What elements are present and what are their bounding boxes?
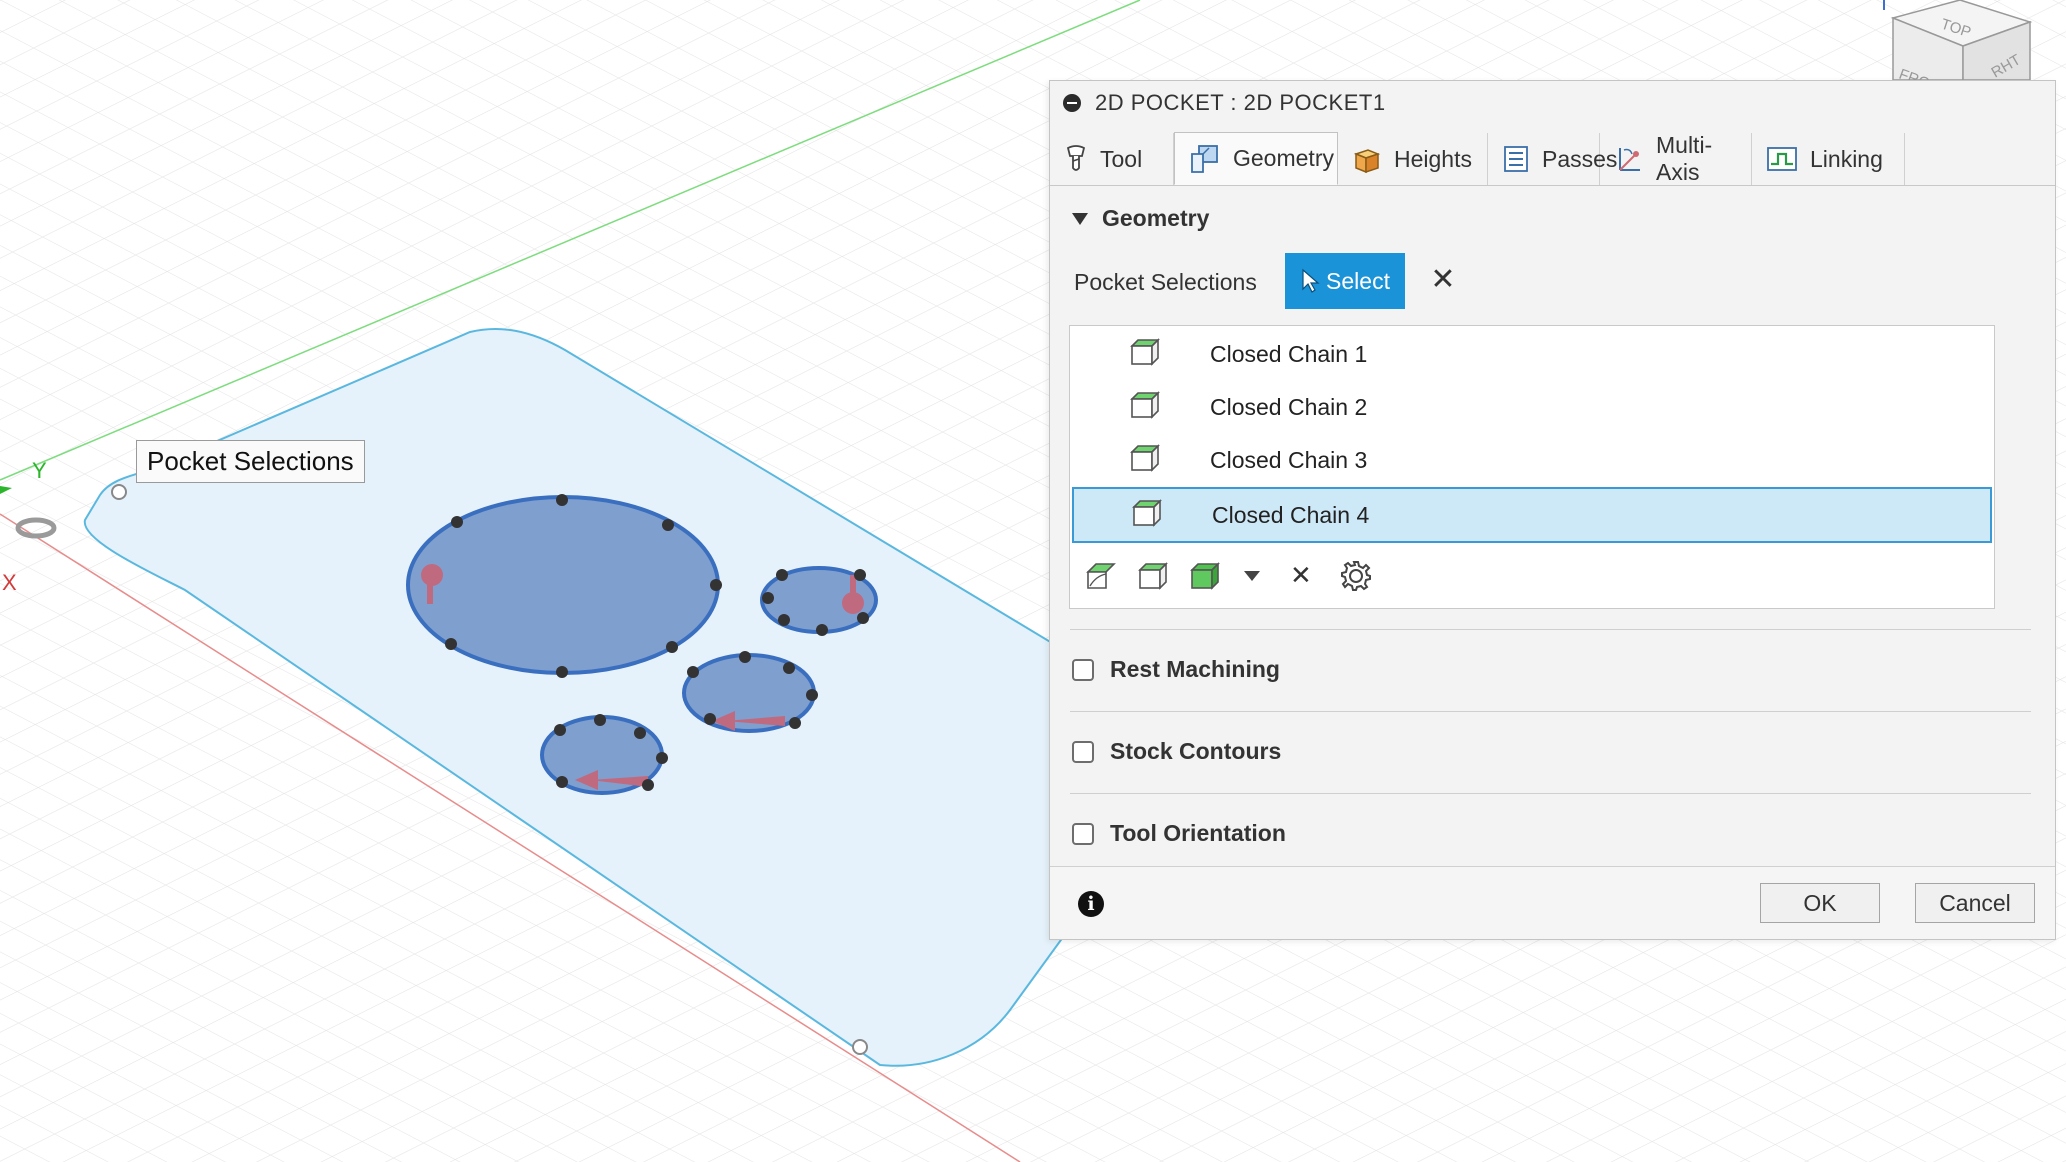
geometry-section-title: Geometry: [1102, 205, 1210, 231]
dialog-title-bar[interactable]: 2D POCKET : 2D POCKET1: [1050, 81, 2055, 125]
x-axis-label: X: [2, 570, 17, 595]
face-vertex-handle[interactable]: [852, 1039, 868, 1055]
tab-tool[interactable]: Tool: [1050, 133, 1174, 185]
tool-orientation-row[interactable]: Tool Orientation: [1072, 820, 1286, 847]
section-divider: [1070, 629, 2031, 630]
geometry-section-header[interactable]: Geometry: [1072, 205, 1209, 232]
collapse-dialog-icon[interactable]: [1063, 94, 1081, 112]
geometry-icon: [1191, 144, 1218, 173]
tab-passes[interactable]: Passes: [1488, 133, 1617, 185]
selection-list: Closed Chain 1 Closed Chain 2 Closed Cha…: [1069, 325, 1995, 609]
tab-multi-axis[interactable]: Multi-Axis: [1600, 132, 1752, 185]
rest-machining-label: Rest Machining: [1110, 656, 1280, 682]
stock-contours-row[interactable]: Stock Contours: [1072, 738, 1281, 765]
cursor-arrow-icon: [1302, 268, 1320, 293]
section-divider: [1070, 793, 2031, 794]
dialog-footer: i OK Cancel: [1050, 866, 2055, 939]
tab-geometry-label: Geometry: [1233, 145, 1334, 171]
rest-machining-checkbox[interactable]: [1072, 658, 1094, 681]
section-divider: [1070, 711, 2031, 712]
chevron-down-icon[interactable]: [1242, 568, 1262, 584]
select-button[interactable]: Select: [1285, 253, 1405, 309]
list-item[interactable]: Closed Chain 3: [1072, 434, 1992, 486]
tool-icon: [1066, 145, 1086, 171]
linking-icon: [1767, 147, 1797, 171]
select-button-label: Select: [1326, 267, 1390, 294]
rest-machining-row[interactable]: Rest Machining: [1072, 656, 1280, 683]
closed-chain-icon: [1132, 499, 1162, 527]
list-item[interactable]: Closed Chain 2: [1072, 381, 1992, 433]
ok-button[interactable]: OK: [1760, 883, 1880, 923]
closed-chain-icon: [1130, 338, 1160, 366]
closed-chain-icon: [1130, 391, 1160, 419]
tab-bar: Tool Geometry Heights Passes Multi-Axis …: [1050, 132, 2055, 186]
tab-linking-label: Linking: [1810, 145, 1883, 172]
tab-heights[interactable]: Heights: [1338, 133, 1488, 185]
passes-icon: [1504, 146, 1528, 172]
multi-axis-icon: [1619, 148, 1640, 171]
list-item-label: Closed Chain 4: [1212, 502, 1370, 528]
collapse-triangle-icon: [1072, 212, 1088, 225]
list-item-label: Closed Chain 2: [1210, 394, 1368, 420]
solid-chain-icon[interactable]: [1186, 558, 1222, 594]
closed-chain-icon: [1130, 444, 1160, 472]
heights-icon: [1353, 149, 1381, 174]
face-vertex-handle[interactable]: [111, 484, 127, 500]
silhouette-chain-icon[interactable]: [1134, 558, 1170, 594]
tab-multi-axis-label: Multi-Axis: [1656, 132, 1713, 185]
list-item-selected[interactable]: Closed Chain 4: [1072, 487, 1992, 543]
tab-linking[interactable]: Linking: [1752, 133, 1905, 185]
cancel-button[interactable]: Cancel: [1915, 883, 2035, 923]
stock-contours-checkbox[interactable]: [1072, 740, 1094, 763]
pocket-dialog: 2D POCKET : 2D POCKET1 Tool Geometry Hei…: [1049, 80, 2056, 940]
list-item-label: Closed Chain 3: [1210, 447, 1368, 473]
clear-selection-icon[interactable]: ✕: [1428, 265, 1458, 295]
pocket-selections-label: Pocket Selections: [1074, 269, 1257, 295]
y-axis-label: Y: [32, 458, 47, 483]
list-item[interactable]: Closed Chain 1: [1072, 328, 1992, 380]
gear-icon[interactable]: [1338, 558, 1374, 594]
info-icon[interactable]: i: [1078, 891, 1104, 917]
pocket-selections-tooltip: Pocket Selections: [136, 440, 365, 483]
tab-geometry[interactable]: Geometry: [1174, 132, 1338, 185]
tool-orientation-label: Tool Orientation: [1110, 820, 1286, 846]
remove-selection-icon[interactable]: ✕: [1290, 560, 1312, 591]
tool-orientation-checkbox[interactable]: [1072, 822, 1094, 845]
face-chain-icon[interactable]: [1082, 558, 1118, 594]
dialog-title: 2D POCKET : 2D POCKET1: [1095, 90, 1386, 115]
stock-contours-label: Stock Contours: [1110, 738, 1282, 764]
list-item-label: Closed Chain 1: [1210, 341, 1368, 367]
tab-tool-label: Tool: [1100, 145, 1143, 172]
tab-heights-label: Heights: [1394, 145, 1472, 172]
